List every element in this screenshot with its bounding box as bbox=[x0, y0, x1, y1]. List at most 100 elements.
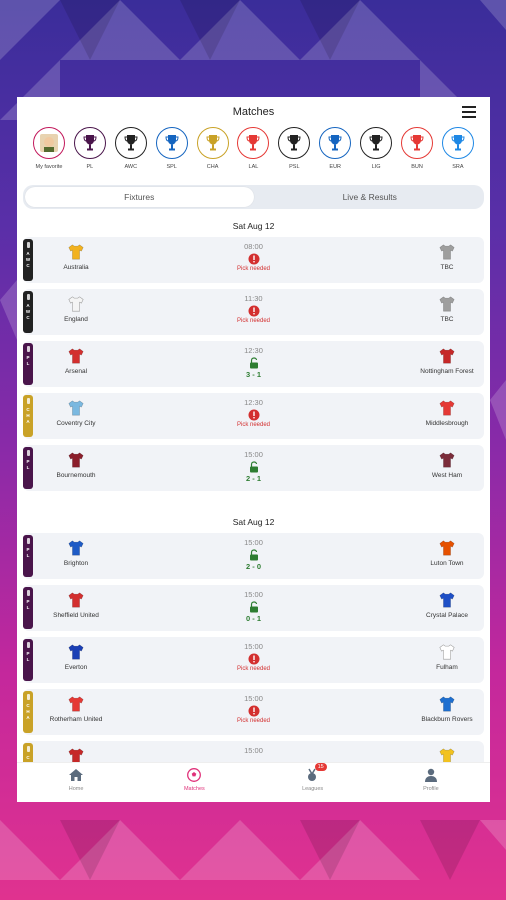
match-card[interactable]: C H A Rotherham United 15:00 Pick needed Black… bbox=[23, 689, 484, 735]
league-filter-label: My favorite bbox=[35, 164, 63, 170]
home-team: Bournemouth bbox=[31, 451, 121, 480]
match-card[interactable]: P L Sheffield United 15:00 0 - 1 Crystal Pala… bbox=[23, 585, 484, 631]
match-card[interactable]: C H A Coventry City 12:30 Pick needed Middlesb… bbox=[23, 393, 484, 439]
pick-needed-label: Pick needed bbox=[236, 718, 271, 724]
away-team-name: Crystal Palace bbox=[426, 612, 468, 619]
away-team: West Ham bbox=[402, 451, 490, 480]
home-team-name: England bbox=[64, 316, 88, 323]
away-shirt-icon bbox=[438, 347, 456, 365]
sra-trophy-icon bbox=[441, 127, 474, 159]
home-icon bbox=[17, 768, 135, 782]
pick-needed-label: Pick needed bbox=[236, 266, 271, 272]
league-filter-psl[interactable]: PSL bbox=[276, 127, 312, 177]
competition-code: CHA bbox=[26, 407, 30, 424]
away-shirt-icon bbox=[438, 243, 456, 261]
nav-matches[interactable]: Matches bbox=[135, 763, 253, 802]
match-card[interactable]: P L Arsenal 12:30 3 - 1 Nottingham Forest bbox=[23, 341, 484, 387]
league-filter-bun[interactable]: BUN bbox=[399, 127, 435, 177]
league-filter-pl[interactable]: PL bbox=[72, 127, 108, 177]
home-shirt-icon bbox=[67, 451, 85, 469]
home-shirt-icon bbox=[67, 347, 85, 365]
kickoff-time: 15:00 bbox=[244, 642, 263, 651]
league-filter-eur[interactable]: EUR bbox=[317, 127, 353, 177]
home-team: Australia bbox=[31, 243, 121, 272]
league-filter-label: SRA bbox=[452, 164, 464, 170]
league-filter-lig[interactable]: LIG bbox=[358, 127, 394, 177]
away-shirt-icon bbox=[438, 591, 456, 609]
league-filter-my-favorite[interactable]: My favorite bbox=[31, 127, 67, 177]
away-team: Fulham bbox=[402, 643, 490, 672]
away-team: Nottingham Forest bbox=[402, 347, 490, 376]
home-shirt-icon bbox=[67, 643, 85, 661]
leagues-icon bbox=[254, 768, 372, 782]
home-team-name: Everton bbox=[64, 664, 88, 671]
competition-code: AWC bbox=[25, 251, 31, 268]
home-shirt-icon bbox=[67, 695, 85, 713]
league-filter-label: AWC bbox=[124, 164, 138, 170]
home-team-name: Sheffield United bbox=[53, 612, 99, 619]
league-filter-bar: My favorite PL AWC SPL CHA LAL PSL EUR LIG BUN SRA bbox=[17, 127, 490, 177]
match-score: 3 - 1 bbox=[245, 370, 261, 379]
match-card[interactable]: P L Bournemouth 15:00 2 - 1 West Ham bbox=[23, 445, 484, 491]
away-team: Luton Town bbox=[402, 539, 490, 568]
fixtures-segmented-control: Fixtures Live & Results bbox=[23, 185, 484, 209]
away-shirt-icon bbox=[438, 695, 456, 713]
pick-needed-label: Pick needed bbox=[236, 666, 271, 672]
spl-trophy-icon bbox=[155, 127, 188, 159]
away-shirt-icon bbox=[438, 539, 456, 557]
away-shirt-icon bbox=[438, 747, 456, 762]
competition-code: PL bbox=[26, 651, 30, 662]
away-team-name: Luton Town bbox=[430, 560, 464, 567]
app-window: Matches My favorite PL AWC SPL CHA LAL PSL EUR L… bbox=[17, 97, 490, 802]
away-team-name: TBC bbox=[440, 264, 454, 271]
home-shirt-icon bbox=[67, 243, 85, 261]
unlocked-icon bbox=[249, 549, 258, 561]
tab-live-results[interactable]: Live & Results bbox=[256, 185, 485, 209]
competition-code: CHA bbox=[26, 755, 30, 762]
unlocked-icon bbox=[249, 461, 258, 473]
profile-icon bbox=[372, 768, 490, 782]
kickoff-time: 12:30 bbox=[244, 346, 263, 355]
league-filter-sra[interactable]: SRA bbox=[440, 127, 476, 177]
competition-code: PL bbox=[26, 355, 30, 366]
match-status: 12:30 Pick needed bbox=[214, 398, 294, 428]
away-team-name: Fulham bbox=[436, 664, 458, 671]
kickoff-time: 15:00 bbox=[244, 590, 263, 599]
match-card[interactable]: P L Brighton 15:00 2 - 0 Luton Town bbox=[23, 533, 484, 579]
league-filter-cha[interactable]: CHA bbox=[195, 127, 231, 177]
league-filter-label: LIG bbox=[371, 164, 381, 170]
match-card[interactable]: A W C Australia 08:00 Pick needed TBC bbox=[23, 237, 484, 283]
league-filter-label: CHA bbox=[206, 164, 219, 170]
league-filter-spl[interactable]: SPL bbox=[154, 127, 190, 177]
match-score: 2 - 1 bbox=[245, 474, 261, 483]
league-filter-lal[interactable]: LAL bbox=[235, 127, 271, 177]
league-filter-awc[interactable]: AWC bbox=[113, 127, 149, 177]
bottom-navigation: Home Matches 15 Leagues Profile bbox=[17, 762, 490, 802]
date-header: Sat Aug 12 bbox=[232, 517, 275, 527]
bun-logo-icon bbox=[401, 127, 434, 159]
kickoff-time: 08:00 bbox=[244, 242, 263, 251]
home-team: Everton bbox=[31, 643, 121, 672]
home-shirt-icon bbox=[67, 591, 85, 609]
tab-fixtures[interactable]: Fixtures bbox=[25, 187, 254, 207]
away-team-name: Blackburn Rovers bbox=[421, 716, 473, 723]
nav-home[interactable]: Home bbox=[17, 763, 135, 802]
home-team: Sheffield United bbox=[31, 591, 121, 620]
match-card[interactable]: CHA 15:00 bbox=[23, 741, 484, 762]
league-filter-label: SPL bbox=[166, 164, 177, 170]
match-status: 15:00 2 - 0 bbox=[214, 538, 294, 571]
home-team: Coventry City bbox=[31, 399, 121, 428]
match-card[interactable]: P L Everton 15:00 Pick needed Fulham bbox=[23, 637, 484, 683]
away-team-name: West Ham bbox=[431, 472, 463, 479]
league-filter-label: PL bbox=[86, 164, 94, 170]
alert-icon bbox=[248, 705, 259, 717]
hamburger-menu-icon[interactable] bbox=[462, 106, 476, 118]
nav-profile[interactable]: Profile bbox=[372, 763, 490, 802]
page-title: Matches bbox=[232, 106, 275, 118]
nav-label: Profile bbox=[423, 786, 439, 792]
home-shirt-icon bbox=[67, 539, 85, 557]
competition-code: PL bbox=[26, 459, 30, 470]
match-card[interactable]: A W C England 11:30 Pick needed TBC bbox=[23, 289, 484, 335]
nav-leagues[interactable]: 15 Leagues bbox=[254, 763, 372, 802]
away-team-name: Middlesbrough bbox=[425, 420, 469, 427]
